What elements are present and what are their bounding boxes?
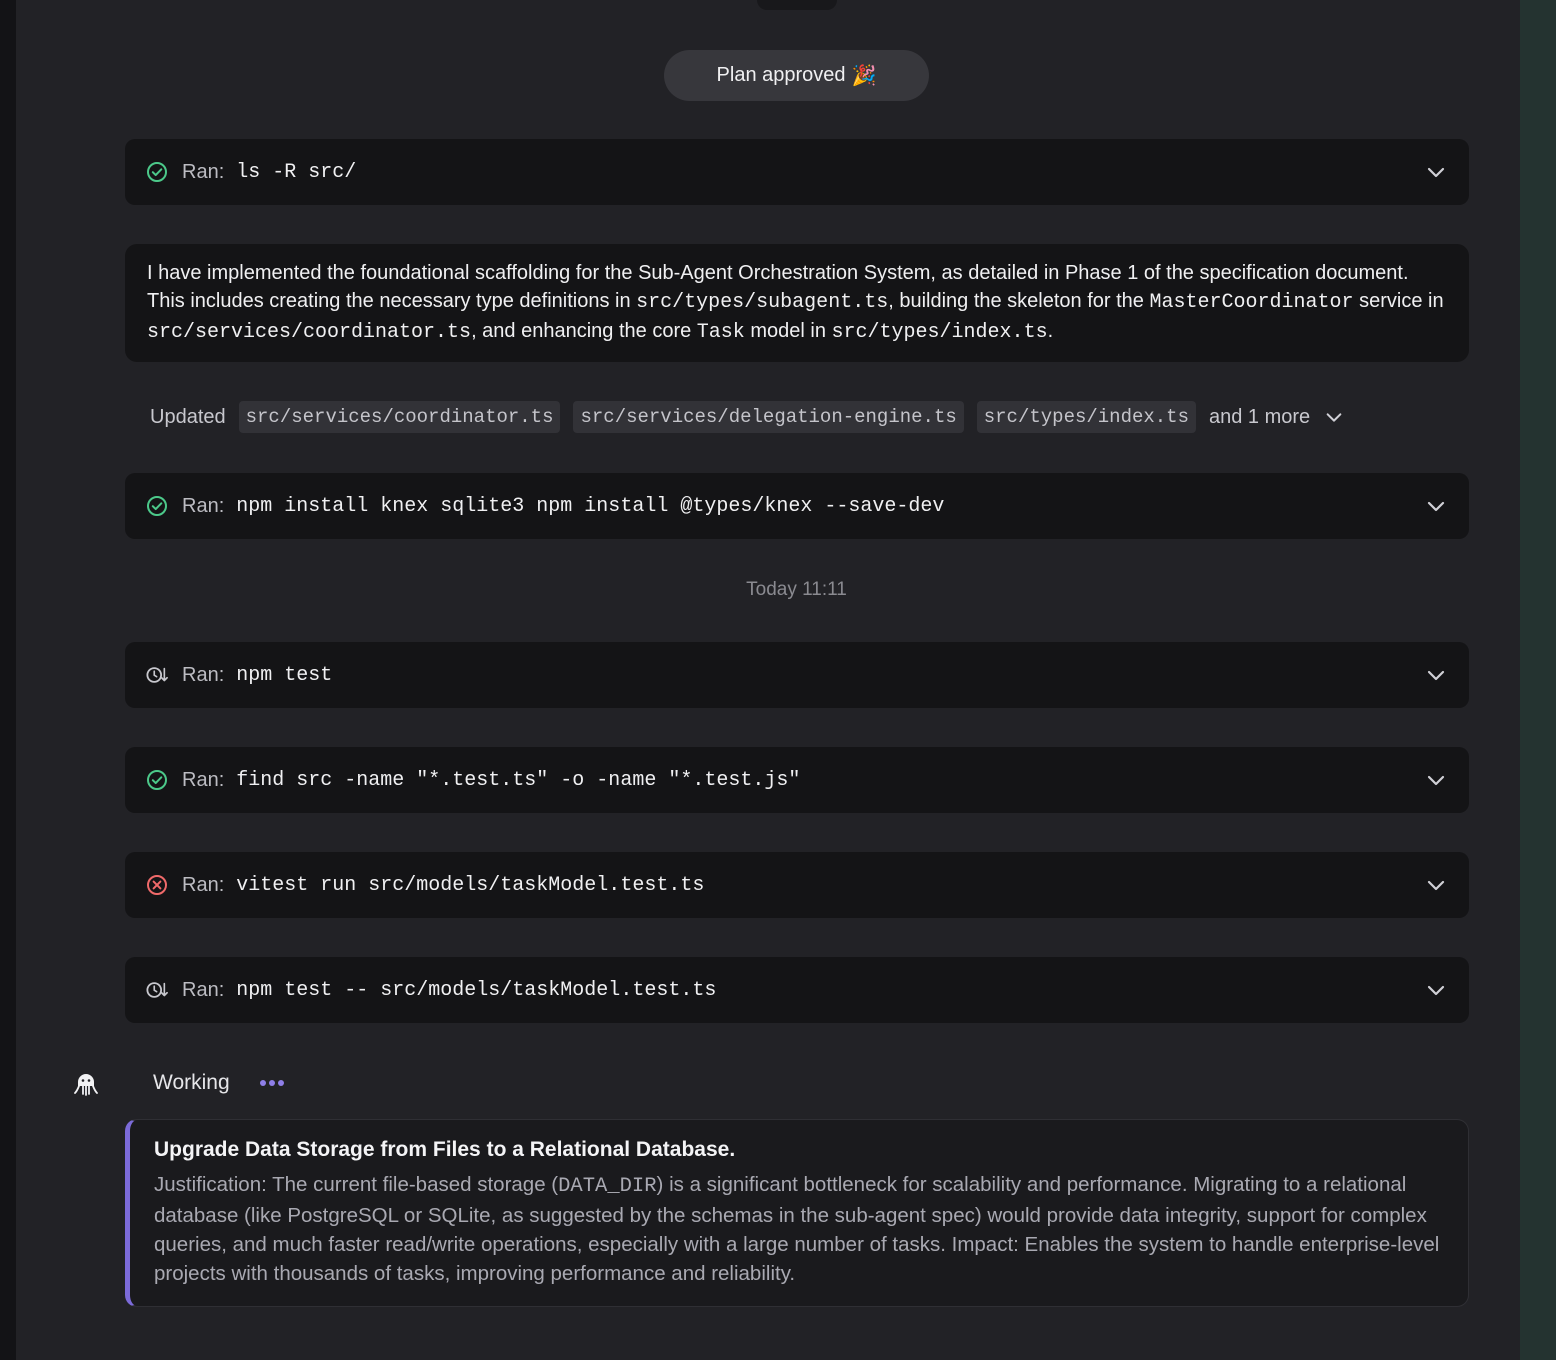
x-circle-icon (146, 874, 168, 896)
check-circle-icon (146, 161, 168, 183)
scroll-anchor (757, 0, 837, 10)
updated-files-row: Updated src/services/coordinator.ts src/… (150, 400, 1344, 434)
summary-text: model in (744, 320, 832, 342)
proposal-text: Justification: The current file-based st… (154, 1173, 559, 1196)
updated-file-chip[interactable]: src/services/delegation-engine.ts (573, 401, 964, 433)
working-label: Working (153, 1071, 230, 1094)
check-circle-icon (146, 495, 168, 517)
proposal-body: Justification: The current file-based st… (154, 1170, 1442, 1288)
chevron-down-icon[interactable] (1425, 769, 1447, 791)
run-label: Ran: (182, 768, 225, 791)
run-label: Ran: (182, 978, 225, 1001)
working-indicator: Working (74, 1066, 284, 1100)
more-files-label: and 1 more (1208, 405, 1311, 428)
party-emoji: 🎉 (851, 65, 877, 87)
more-files-toggle[interactable]: and 1 more (1209, 406, 1344, 429)
run-card[interactable]: Ran: find src -name "*.test.ts" -o -name… (125, 747, 1469, 813)
left-panel-edge (0, 0, 16, 1360)
updated-file-chip[interactable]: src/services/coordinator.ts (238, 401, 561, 433)
proposal-title: Upgrade Data Storage from Files to a Rel… (154, 1138, 736, 1161)
chevron-down-icon[interactable] (1425, 874, 1447, 896)
proposal-card: Upgrade Data Storage from Files to a Rel… (125, 1119, 1469, 1307)
octopus-agent-icon (74, 1074, 98, 1096)
summary-code: src/types/index.ts (831, 321, 1048, 344)
chevron-down-icon[interactable] (1425, 495, 1447, 517)
run-card[interactable]: Ran: npm test -- src/models/taskModel.te… (125, 957, 1469, 1023)
summary-code: MasterCoordinator (1149, 291, 1354, 314)
run-command: npm test (236, 663, 333, 687)
run-card[interactable]: Ran: ls -R src/ (125, 139, 1469, 205)
summary-code: src/services/coordinator.ts (147, 321, 472, 344)
chevron-down-icon[interactable] (1425, 979, 1447, 1001)
proposal-code: DATA_DIR (558, 1175, 657, 1198)
run-command: find src -name "*.test.ts" -o -name "*.t… (236, 768, 801, 792)
updated-label: Updated (150, 405, 226, 428)
run-card[interactable]: Ran: npm install knex sqlite3 npm instal… (125, 473, 1469, 539)
clock-arrow-icon (146, 979, 168, 1001)
summary-text: , and enhancing the core (471, 320, 697, 342)
chevron-down-icon[interactable] (1425, 664, 1447, 686)
chevron-down-icon[interactable] (1425, 161, 1447, 183)
run-card[interactable]: Ran: npm test (125, 642, 1469, 708)
run-label: Ran: (182, 494, 225, 517)
run-card[interactable]: Ran: vitest run src/models/taskModel.tes… (125, 852, 1469, 918)
run-label: Ran: (182, 663, 225, 686)
run-command: ls -R src/ (236, 160, 357, 184)
banner-text: Plan approved (716, 64, 846, 86)
clock-arrow-icon (146, 664, 168, 686)
run-label: Ran: (182, 160, 225, 183)
plan-approved-banner: Plan approved 🎉 (664, 50, 929, 101)
typing-dots (259, 1080, 284, 1086)
updated-file-chip[interactable]: src/types/index.ts (976, 401, 1196, 433)
right-panel-edge (1520, 0, 1556, 1360)
summary-text: . (1047, 320, 1054, 342)
summary-text: , building the skeleton for the (888, 290, 1150, 312)
run-label: Ran: (182, 873, 225, 896)
summary-text: service in (1353, 290, 1444, 312)
run-command: npm install knex sqlite3 npm install @ty… (236, 494, 945, 518)
run-command: vitest run src/models/taskModel.test.ts (236, 873, 705, 897)
check-circle-icon (146, 769, 168, 791)
run-command: npm test -- src/models/taskModel.test.ts (236, 978, 717, 1002)
chevron-down-icon (1326, 413, 1342, 422)
agent-summary-message: I have implemented the foundational scaf… (125, 244, 1469, 362)
summary-code: Task (696, 321, 745, 344)
summary-code: src/types/subagent.ts (636, 291, 889, 314)
timestamp-divider: Today 11:11 (746, 579, 847, 600)
